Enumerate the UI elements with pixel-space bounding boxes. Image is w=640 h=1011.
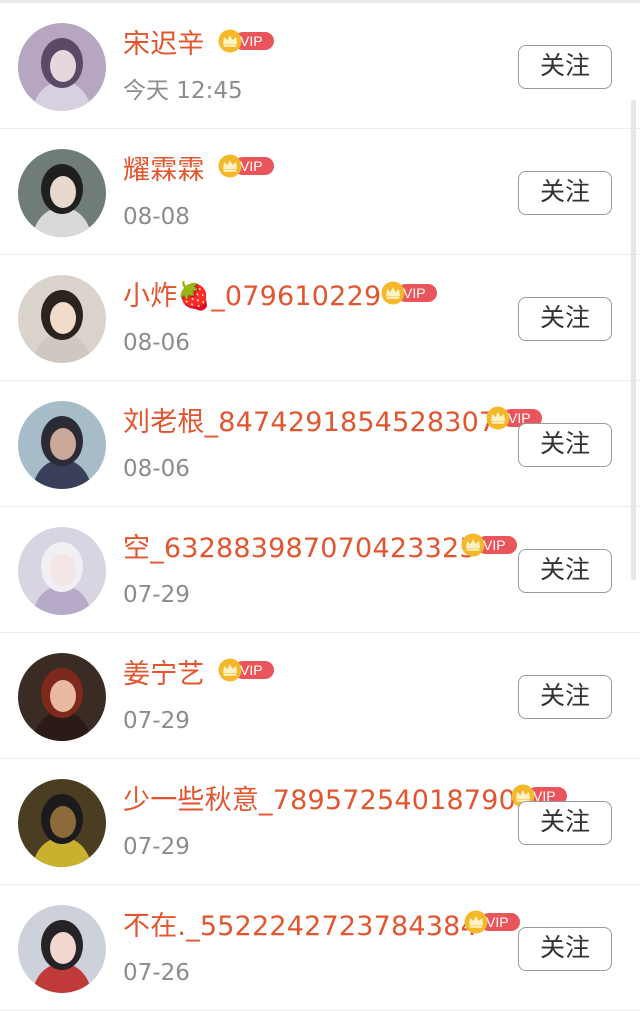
avatar[interactable]: [18, 905, 106, 993]
user-name[interactable]: 姜宁艺: [123, 657, 205, 693]
list-item[interactable]: 空_632883987070423325 VIP 07-29 关注: [0, 507, 640, 633]
follow-button[interactable]: 关注: [518, 171, 612, 215]
avatar[interactable]: [18, 401, 106, 489]
vip-label: VIP: [240, 33, 263, 49]
user-name[interactable]: 宋迟辛: [123, 27, 205, 63]
timestamp: 07-26: [123, 960, 190, 986]
timestamp: 08-06: [123, 330, 190, 356]
follow-button[interactable]: 关注: [518, 549, 612, 593]
user-name[interactable]: 刘老根_8474291854528307: [123, 405, 496, 441]
timestamp: 08-08: [123, 204, 190, 230]
list-item[interactable]: 耀霖霖 VIP 08-08 关注: [0, 129, 640, 255]
avatar[interactable]: [18, 527, 106, 615]
vip-label: VIP: [240, 662, 263, 678]
avatar[interactable]: [18, 149, 106, 237]
timestamp: 08-06: [123, 456, 190, 482]
list-item[interactable]: 小炸🍓_079610229 VIP 08-06 关注: [0, 255, 640, 381]
follow-button[interactable]: 关注: [518, 675, 612, 719]
follow-button[interactable]: 关注: [518, 297, 612, 341]
list-item[interactable]: 姜宁艺 VIP 07-29 关注: [0, 633, 640, 759]
vip-badge-icon: VIP: [218, 658, 276, 682]
user-name[interactable]: 小炸🍓_079610229: [123, 279, 381, 315]
list-item[interactable]: 宋迟辛 VIP 今天 12:45 关注: [0, 3, 640, 129]
follow-button[interactable]: 关注: [518, 423, 612, 467]
user-name[interactable]: 不在._5522242723784384: [123, 909, 478, 945]
timestamp: 今天 12:45: [123, 78, 243, 104]
scrollbar[interactable]: [631, 100, 636, 580]
user-name[interactable]: 耀霖霖: [123, 153, 205, 189]
vip-badge-icon: VIP: [461, 533, 519, 557]
vip-label: VIP: [483, 537, 506, 553]
timestamp: 07-29: [123, 582, 190, 608]
avatar[interactable]: [18, 779, 106, 867]
vip-badge-icon: VIP: [381, 281, 439, 305]
vip-label: VIP: [240, 158, 263, 174]
list-item[interactable]: 不在._5522242723784384 VIP 07-26 关注: [0, 885, 640, 1011]
follow-button[interactable]: 关注: [518, 801, 612, 845]
avatar[interactable]: [18, 275, 106, 363]
follow-button[interactable]: 关注: [518, 927, 612, 971]
vip-label: VIP: [486, 914, 509, 930]
timestamp: 07-29: [123, 834, 190, 860]
user-name[interactable]: 空_632883987070423325: [123, 531, 477, 567]
avatar[interactable]: [18, 653, 106, 741]
list-item[interactable]: 刘老根_8474291854528307 VIP 08-06 关注: [0, 381, 640, 507]
vip-badge-icon: VIP: [464, 910, 522, 934]
vip-badge-icon: VIP: [218, 154, 276, 178]
list-item[interactable]: 少一些秋意_78957254018790 VIP 07-29 关注: [0, 759, 640, 885]
user-name[interactable]: 少一些秋意_78957254018790: [123, 783, 516, 819]
timestamp: 07-29: [123, 708, 190, 734]
follow-button[interactable]: 关注: [518, 45, 612, 89]
vip-badge-icon: VIP: [218, 29, 276, 53]
avatar[interactable]: [18, 23, 106, 111]
vip-label: VIP: [403, 285, 426, 301]
